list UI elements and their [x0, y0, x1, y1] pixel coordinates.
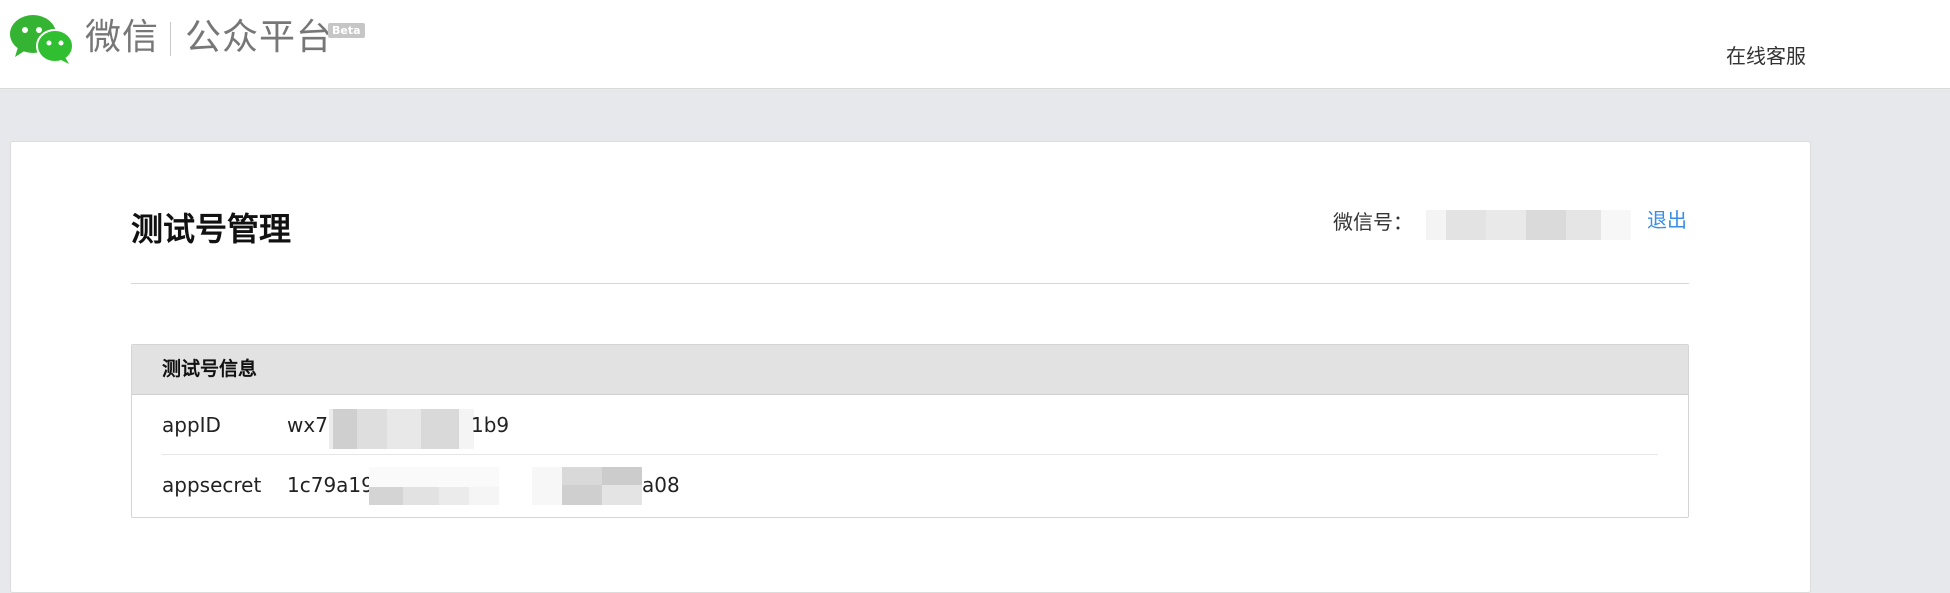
online-service-link[interactable]: 在线客服 — [1726, 42, 1806, 70]
appsecret-redacted-c — [532, 485, 642, 505]
page-title: 测试号管理 — [131, 210, 292, 248]
panel-title: 测试号信息 — [162, 358, 258, 380]
logout-link[interactable]: 退出 — [1647, 206, 1687, 234]
appid-row: appID wx7 1b9 — [132, 395, 1688, 455]
appsecret-row: appsecret 1c79a19 a08 — [132, 455, 1688, 515]
test-account-info-panel: 测试号信息 appID wx7 1b9 appsecret 1c79a19 a0… — [131, 344, 1689, 518]
wechat-id-label: 微信号： — [1333, 210, 1413, 234]
appid-value-prefix[interactable]: wx7 — [287, 411, 328, 439]
appsecret-value-prefix[interactable]: 1c79a19 — [287, 471, 374, 499]
appsecret-label: appsecret — [162, 473, 262, 497]
wechat-logo-icon[interactable] — [8, 13, 74, 65]
brand-wechat[interactable]: 微信 — [85, 14, 159, 62]
top-header: 微信 公众平台 Beta 在线客服 — [0, 0, 1950, 89]
brand-official-platform[interactable]: 公众平台 — [185, 14, 333, 62]
appid-redacted — [329, 409, 474, 449]
wechat-id-redacted — [1426, 210, 1631, 240]
brand-divider — [170, 22, 171, 56]
appsecret-redacted-a — [369, 467, 499, 505]
main-card: 测试号管理 微信号： 退出 测试号信息 appID wx7 1b9 appsec… — [10, 141, 1811, 593]
panel-header: 测试号信息 — [132, 345, 1688, 395]
appsecret-value-suffix[interactable]: a08 — [642, 471, 680, 499]
appid-value-suffix[interactable]: 1b9 — [471, 411, 509, 439]
appid-label: appID — [162, 413, 221, 437]
beta-badge: Beta — [328, 23, 365, 38]
title-divider — [131, 283, 1689, 284]
